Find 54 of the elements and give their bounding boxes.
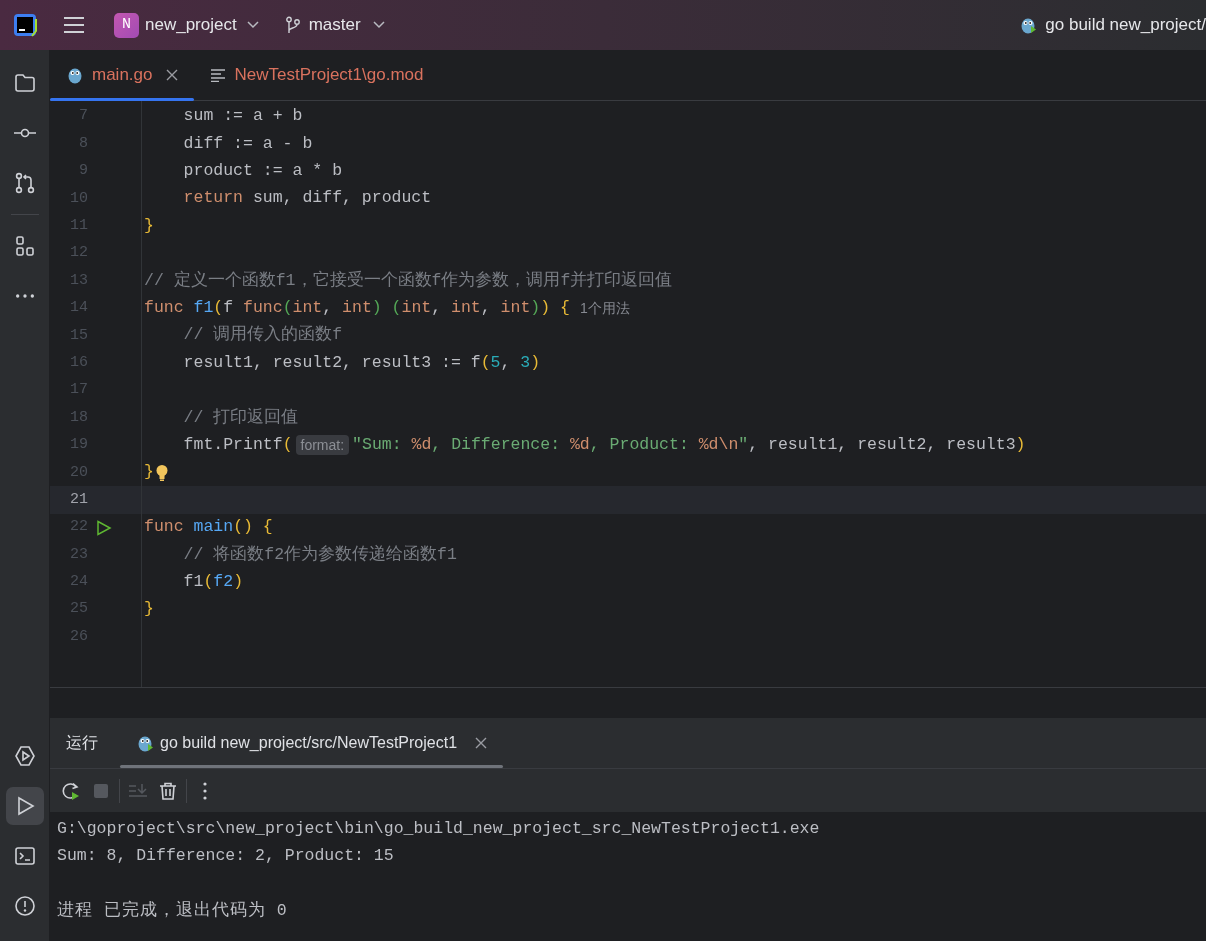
- close-icon[interactable]: [475, 737, 488, 749]
- code-line: fmt.Printf(: [182, 434, 293, 456]
- gopher-icon: [136, 734, 154, 752]
- run-tool-button[interactable]: [5, 787, 44, 825]
- code-line: return sum, diff, product: [182, 187, 432, 210]
- app-logo-icon[interactable]: [13, 13, 37, 37]
- folder-icon: [13, 72, 36, 94]
- code-line: "Sum: %d, Difference: %d, Product: %d\n", result1, result2, result3): [352, 434, 1026, 456]
- code-line: diff := a - b: [182, 132, 313, 155]
- run-icon[interactable]: [96, 519, 112, 536]
- run-tab[interactable]: go build new_project/src/NewTestProject1: [120, 718, 504, 768]
- code-line: // 将函数f2作为参数传递给函数f1: [182, 543, 457, 566]
- branch-icon: [284, 16, 301, 34]
- line-number: 21: [69, 489, 88, 510]
- structure-icon: [13, 235, 36, 257]
- more-icon: [15, 294, 34, 298]
- project-badge: N: [114, 12, 139, 38]
- editor-tab[interactable]: NewTestProject1\go.mod: [194, 50, 440, 100]
- problems-icon: [13, 895, 36, 917]
- project-selector[interactable]: N new_project: [110, 8, 263, 42]
- services-icon: [13, 745, 36, 767]
- text-file-icon: [210, 68, 227, 82]
- gopher-icon: [66, 66, 84, 84]
- code-line: f1(f2): [182, 570, 244, 593]
- code-line: }: [144, 461, 154, 484]
- console-line: Sum: 8, Difference: 2, Product: 15: [57, 845, 395, 868]
- console-line: G:\goproject\src\new_project\bin\go_build_new_project_src_NewTestProject1.exe: [57, 818, 821, 840]
- code-line: }: [144, 214, 154, 237]
- gopher-icon: [1019, 16, 1038, 34]
- run-configuration-selector[interactable]: go build new_project/: [1015, 8, 1206, 42]
- chevron-down-icon: [372, 21, 385, 29]
- trash-icon: [158, 780, 178, 801]
- code-line: func f1(f func(int, int) (int, int, int)) {: [144, 297, 570, 320]
- branch-selector[interactable]: master: [280, 8, 389, 42]
- menu-icon[interactable]: [63, 16, 85, 34]
- code-line: result1, result2, result3 := f(5, 3): [182, 351, 541, 374]
- close-icon[interactable]: [166, 69, 179, 81]
- code-line: func main() {: [144, 516, 273, 539]
- chevron-down-icon: [246, 21, 259, 29]
- terminal-icon: [13, 845, 36, 867]
- inlay-hint: format:: [295, 435, 350, 456]
- console-line: 进程 已完成，退出代码为 0: [57, 899, 289, 923]
- panel-title: 运行: [66, 733, 98, 753]
- more-icon: [203, 781, 207, 800]
- light-bulb-icon[interactable]: [154, 463, 169, 482]
- code-line: product := a * b: [182, 160, 343, 183]
- code-line: // 调用传入的函数f: [182, 324, 343, 347]
- code-line: // 定义一个函数f1，它接受一个函数f作为参数，调用f并打印返回值: [144, 269, 673, 292]
- usage-hint[interactable]: 1个用法: [579, 297, 630, 319]
- code-line: // 打印返回值: [182, 406, 299, 429]
- rerun-icon: [61, 780, 81, 801]
- pull-request-icon: [13, 172, 36, 194]
- code-line: }: [144, 598, 154, 621]
- code-line: sum := a + b: [182, 105, 303, 128]
